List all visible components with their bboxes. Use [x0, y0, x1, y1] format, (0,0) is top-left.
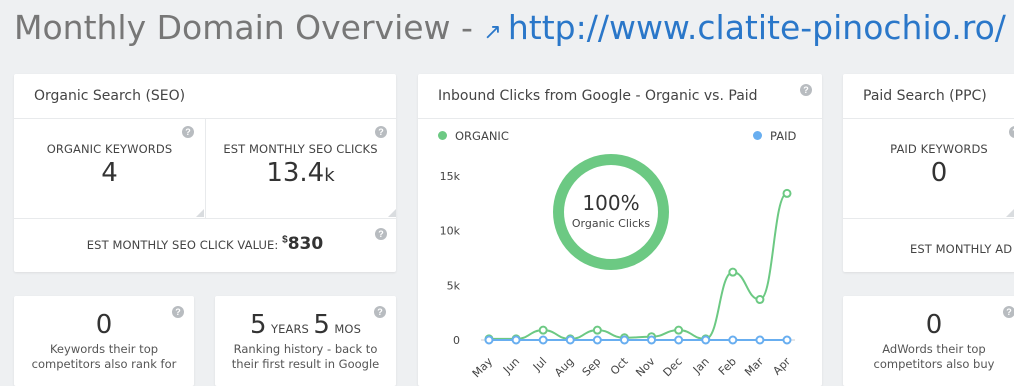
chart-card-title: Inbound Clicks from Google - Organic vs.…	[418, 74, 822, 119]
adwords-competitors-stat: 0 AdWords their top competitors also buy	[843, 310, 1014, 372]
est-seo-clicks-unit: k	[324, 165, 335, 186]
ranking-history-card: ? 5 YEARS 5 MOS Ranking history - back t…	[215, 296, 396, 386]
organic-keywords-label: ORGANIC KEYWORDS	[46, 142, 173, 156]
x-tick-label: Jun	[500, 355, 522, 377]
y-tick-label: 10k	[440, 225, 461, 238]
data-point-paid	[484, 335, 494, 345]
help-icon[interactable]: ?	[375, 126, 387, 138]
data-point-paid	[511, 335, 521, 345]
x-tick-label: Oct	[608, 354, 631, 377]
data-point-paid	[674, 335, 684, 345]
legend-paid-label: PAID	[770, 129, 797, 143]
page-title-text: Monthly Domain Overview -	[14, 8, 484, 47]
paid-keywords-label: PAID KEYWORDS	[890, 142, 988, 156]
corner-marker	[196, 209, 204, 217]
donut-label: Organic Clicks	[571, 217, 651, 230]
legend-paid[interactable]: PAID	[753, 129, 796, 143]
legend-organic[interactable]: ORGANIC	[438, 129, 509, 143]
data-point-organic	[592, 325, 602, 335]
data-point-paid	[728, 335, 738, 345]
adwords-competitors-value: 0	[925, 310, 943, 340]
seo-card-title: Organic Search (SEO)	[14, 74, 396, 119]
corner-marker	[388, 209, 396, 217]
y-tick-label: 0	[453, 334, 460, 347]
data-point-organic	[728, 267, 738, 277]
ppc-card: Paid Search (PPC) ? PAID KEYWORDS 0 EST …	[843, 74, 1014, 272]
seo-card: Organic Search (SEO) ? ORGANIC KEYWORDS …	[14, 74, 396, 272]
data-point-paid	[755, 335, 765, 345]
x-tick-label: May	[470, 355, 496, 381]
x-tick-label: Nov	[633, 355, 658, 380]
paid-dot-icon	[753, 131, 762, 140]
x-tick-label: Jan	[690, 355, 712, 377]
x-tick-label: Feb	[716, 355, 739, 378]
data-point-paid	[701, 335, 711, 345]
seo-click-value-stat: EST MONTHLY SEO CLICK VALUE: $830	[14, 234, 396, 254]
divider	[843, 218, 1014, 219]
est-seo-clicks-label: EST MONTHLY SEO CLICKS	[223, 142, 378, 156]
history-years-label: YEARS	[271, 322, 309, 336]
competitor-keywords-stat: 0 Keywords their top competitors also ra…	[14, 310, 194, 372]
x-tick-label: Mar	[742, 355, 766, 379]
data-point-paid	[647, 335, 657, 345]
data-point-organic	[674, 325, 684, 335]
y-tick-label: 5k	[447, 279, 461, 292]
ranking-history-text: Ranking history - back to their first re…	[231, 342, 380, 371]
history-months-value: 5	[313, 310, 330, 340]
x-tick-label: Apr	[770, 355, 793, 378]
data-point-paid	[782, 335, 792, 345]
x-tick-label: Dec	[661, 355, 685, 379]
ppc-card-title: Paid Search (PPC)	[843, 74, 1014, 119]
organic-keywords-value: 4	[101, 158, 118, 188]
paid-keywords-stat: PAID KEYWORDS 0	[843, 142, 1014, 188]
x-tick-label: Jul	[530, 355, 549, 374]
organic-donut: 100% Organic Clicks	[553, 154, 669, 270]
x-tick-label: Aug	[552, 355, 576, 379]
data-point-organic	[782, 188, 792, 198]
legend-organic-label: ORGANIC	[455, 129, 509, 143]
ppc-est-monthly-label: EST MONTHLY AD	[910, 242, 1013, 256]
organic-dot-icon	[438, 131, 447, 140]
help-icon[interactable]: ?	[1009, 126, 1014, 138]
history-months-label: MOS	[334, 322, 361, 336]
data-point-paid	[619, 335, 629, 345]
organic-keywords-stat: ORGANIC KEYWORDS 4	[14, 142, 205, 188]
help-icon[interactable]: ?	[800, 84, 812, 96]
competitor-keywords-value: 0	[95, 310, 113, 340]
adwords-competitors-card: ? 0 AdWords their top competitors also b…	[843, 296, 1014, 386]
seo-click-value-label: EST MONTHLY SEO CLICK VALUE:	[86, 238, 283, 252]
x-tick-label: Sep	[580, 355, 604, 379]
adwords-competitors-text: AdWords their top competitors also buy	[873, 342, 995, 371]
corner-marker	[1006, 209, 1014, 217]
competitor-keywords-card: ? 0 Keywords their top competitors also …	[14, 296, 194, 386]
y-tick-label: 15k	[440, 170, 461, 183]
inbound-clicks-card: Inbound Clicks from Google - Organic vs.…	[418, 74, 822, 386]
data-point-paid	[565, 335, 575, 345]
donut-percent: 100%	[582, 191, 640, 215]
seo-click-value: 830	[287, 234, 324, 254]
data-point-paid	[538, 335, 548, 345]
competitor-keywords-text: Keywords their top competitors also rank…	[31, 342, 177, 371]
domain-link[interactable]: http://www.clatite-pinochio.ro/	[508, 8, 1006, 47]
data-point-organic	[755, 295, 765, 305]
help-icon[interactable]: ?	[182, 126, 194, 138]
data-point-organic	[538, 325, 548, 335]
history-years-value: 5	[250, 310, 267, 340]
data-point-paid	[592, 335, 602, 345]
ranking-history-stat: 5 YEARS 5 MOS Ranking history - back to …	[215, 310, 396, 372]
page-title: Monthly Domain Overview - ↗ http://www.cl…	[14, 8, 1006, 47]
external-link-icon[interactable]: ↗	[483, 20, 501, 45]
est-seo-clicks-value: 13.4	[266, 158, 325, 188]
est-seo-clicks-stat: EST MONTHLY SEO CLICKS 13.4k	[205, 142, 396, 188]
paid-keywords-value: 0	[930, 158, 948, 188]
divider	[14, 218, 396, 219]
